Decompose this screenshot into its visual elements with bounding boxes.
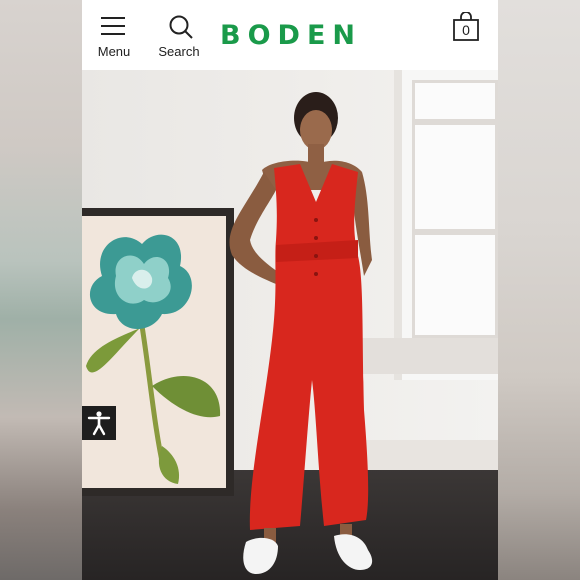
menu-label: Menu [97,44,131,59]
shopping-bag-button[interactable]: 0 [452,12,480,42]
hamburger-icon [101,17,125,35]
search-label: Search [158,44,200,59]
blurred-background-right [498,0,580,580]
accessibility-button[interactable] [82,406,116,440]
product-photo [82,70,498,580]
bag-count: 0 [462,22,470,38]
photo-painting [82,216,226,488]
photo-model [229,92,373,574]
photo-window [394,70,498,380]
menu-button[interactable]: Menu [92,14,136,62]
search-button[interactable]: Search [154,12,204,62]
blurred-background-left [0,0,82,580]
boden-logo[interactable]: BODEN [220,20,362,51]
accessibility-icon [87,411,111,436]
site-header: Menu Search BODEN 0 [82,0,498,70]
search-icon [169,15,193,39]
product-page-screenshot: Menu Search BODEN 0 [82,0,498,580]
